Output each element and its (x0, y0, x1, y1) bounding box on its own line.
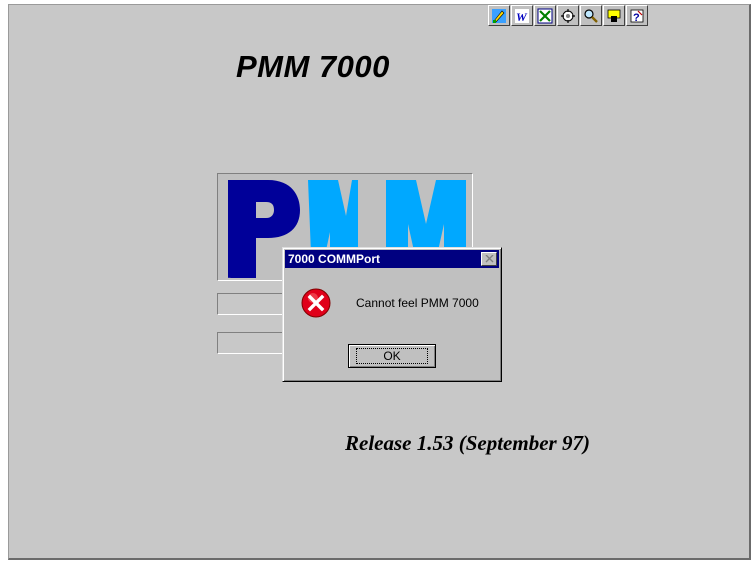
error-icon (301, 288, 331, 318)
close-icon (485, 255, 493, 263)
search-tool-button[interactable] (580, 5, 602, 26)
dialog-titlebar[interactable]: 7000 COMMPort (285, 250, 499, 268)
settings-tool-button[interactable] (557, 5, 579, 26)
excel-tool-button[interactable] (534, 5, 556, 26)
error-dialog: 7000 COMMPort Cannot feel PMM 7000 OK (282, 247, 502, 382)
settings-icon (561, 8, 575, 23)
close-button[interactable] (481, 252, 497, 266)
excel-icon (537, 8, 553, 23)
main-window: W ? PMM 7000 PMM Release 1.53 (September… (8, 4, 751, 560)
svg-text:PMM: PMM (228, 277, 230, 279)
highlight-tool-button[interactable] (603, 5, 625, 26)
dialog-title: 7000 COMMPort (288, 252, 381, 266)
highlight-icon (607, 9, 621, 22)
help-icon: ? (630, 9, 644, 24)
ok-button[interactable]: OK (348, 344, 436, 368)
svg-text:?: ? (633, 12, 640, 24)
app-title: PMM 7000 (236, 49, 390, 84)
toolbar: W ? (488, 5, 648, 27)
help-tool-button[interactable]: ? (626, 5, 648, 26)
ok-button-label: OK (356, 348, 428, 364)
word-tool-button[interactable]: W (511, 5, 533, 26)
word-icon: W (515, 8, 529, 24)
dialog-message: Cannot feel PMM 7000 (356, 296, 479, 310)
paint-tool-button[interactable] (488, 5, 510, 26)
svg-text:W: W (516, 10, 528, 24)
release-label: Release 1.53 (September 97) (345, 431, 590, 455)
search-icon (584, 8, 598, 23)
paint-icon (492, 8, 506, 23)
